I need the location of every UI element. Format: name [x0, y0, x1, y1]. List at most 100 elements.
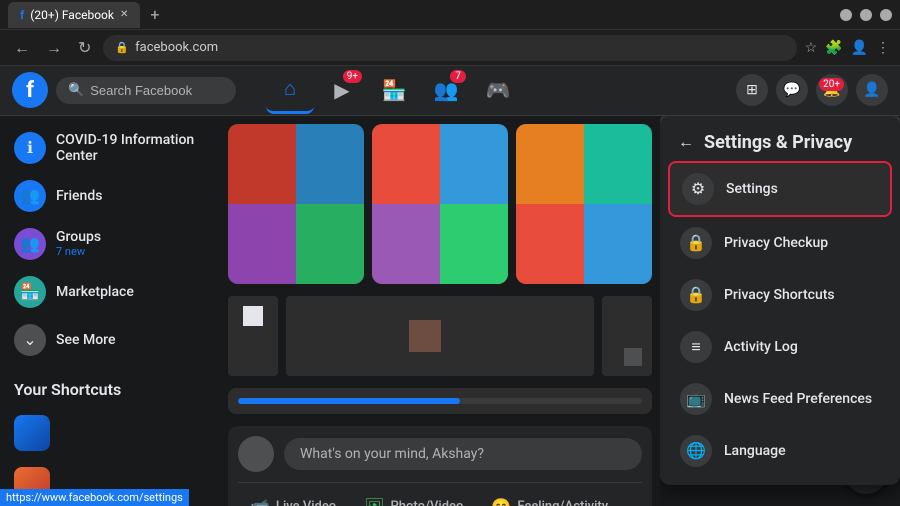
- extensions-icon[interactable]: 🧩: [825, 40, 842, 56]
- fb-favicon: f: [20, 8, 24, 22]
- dropdown-news-feed-item[interactable]: 📺 News Feed Preferences: [668, 373, 892, 425]
- gaming-icon: 🎮: [486, 78, 511, 102]
- dropdown-title: Settings & Privacy: [704, 132, 852, 153]
- nav-groups-btn[interactable]: 👥 7: [422, 66, 470, 114]
- friends-icon: 👥: [14, 180, 46, 212]
- forward-btn[interactable]: →: [42, 36, 66, 60]
- stories-row: [228, 124, 652, 284]
- search-input[interactable]: [90, 83, 224, 98]
- feeling-label: Feeling/Activity: [517, 499, 608, 506]
- feeling-btn[interactable]: 😊 Feeling/Activity: [479, 491, 620, 506]
- photo-video-label: Photo/Video: [391, 499, 464, 506]
- story-placeholder-1: [228, 124, 364, 284]
- maximize-btn[interactable]: [860, 9, 872, 21]
- window-controls: [840, 9, 892, 21]
- dropdown-header[interactable]: ← Settings & Privacy: [668, 124, 892, 161]
- story-card-3[interactable]: [516, 124, 652, 284]
- compose-input[interactable]: What's on your mind, Akshay?: [284, 438, 642, 470]
- messenger-btn[interactable]: 💬: [776, 74, 808, 106]
- dropdown-activity-log-item[interactable]: ≡ Activity Log: [668, 321, 892, 373]
- sidebar-item-marketplace[interactable]: 🏪 Marketplace: [4, 268, 216, 316]
- mini-block-3: [624, 348, 642, 366]
- sidebar-item-friends[interactable]: 👥 Friends: [4, 172, 216, 220]
- activity-log-icon: ≡: [680, 331, 712, 363]
- story-pixel: [228, 204, 296, 284]
- fb-logo: f: [12, 72, 48, 108]
- status-url: https://www.facebook.com/settings: [6, 491, 183, 504]
- compose-avatar: [238, 436, 274, 472]
- story-pixel: [296, 204, 364, 284]
- notifications-btn[interactable]: 🔔 20+: [816, 74, 848, 106]
- minimize-btn[interactable]: [840, 9, 852, 21]
- sidebar-shortcut-1[interactable]: [4, 407, 216, 459]
- compose-card: What's on your mind, Akshay? 📹 Live Vide…: [228, 426, 652, 506]
- live-video-btn[interactable]: 📹 Live Video: [238, 491, 348, 506]
- mini-post-3: [602, 296, 652, 376]
- marketplace-icon: 🏪: [382, 78, 407, 102]
- account-btn[interactable]: 👤: [856, 74, 888, 106]
- story-pixel: [516, 204, 584, 284]
- sidebar-see-more-label: See More: [56, 332, 115, 348]
- watch-badge: 9+: [343, 70, 362, 83]
- mini-post-2: [286, 296, 594, 376]
- nav-gaming-btn[interactable]: 🎮: [474, 66, 522, 114]
- shortcut-1-avatar: [14, 415, 50, 451]
- account-icon: 👤: [863, 82, 880, 98]
- shortcuts-heading: Your Shortcuts: [4, 372, 216, 407]
- story-pixel: [516, 124, 584, 204]
- photo-video-btn[interactable]: 🖼 Photo/Video: [352, 491, 475, 506]
- grid-icon: ⊞: [746, 82, 758, 98]
- feeling-icon: 😊: [491, 497, 511, 506]
- close-btn[interactable]: [880, 9, 892, 21]
- grid-btn[interactable]: ⊞: [736, 74, 768, 106]
- active-tab[interactable]: f (20+) Facebook ✕: [8, 2, 140, 28]
- home-icon: ⌂: [284, 76, 296, 101]
- lock-icon: 🔒: [115, 41, 129, 54]
- bookmark-icon[interactable]: ☆: [805, 40, 818, 56]
- activity-log-label: Activity Log: [724, 339, 798, 355]
- nav-marketplace-btn[interactable]: 🏪: [370, 66, 418, 114]
- sidebar-item-groups[interactable]: 👥 Groups 7 new: [4, 220, 216, 268]
- address-bar: ← → ↻ 🔒 facebook.com ☆ 🧩 👤 ⋮: [0, 30, 900, 66]
- status-bar: https://www.facebook.com/settings: [0, 489, 189, 506]
- dropdown-settings-item[interactable]: ⚙ Settings: [668, 161, 892, 217]
- story-pixel: [372, 204, 440, 284]
- search-box[interactable]: 🔍: [56, 77, 236, 104]
- notifications-badge: 20+: [819, 78, 844, 91]
- privacy-checkup-icon: 🔒: [680, 227, 712, 259]
- story-placeholder-2: [372, 124, 508, 284]
- dropdown-privacy-shortcuts-item[interactable]: 🔒 Privacy Shortcuts: [668, 269, 892, 321]
- top-nav: f 🔍 ⌂ ▶ 9+ 🏪 👥 7 🎮: [0, 66, 900, 116]
- nav-home-btn[interactable]: ⌂: [266, 66, 314, 114]
- reload-btn[interactable]: ↻: [74, 36, 95, 59]
- live-video-icon: 📹: [250, 497, 270, 506]
- groups-info: Groups 7 new: [56, 229, 101, 258]
- browser-toolbar: ☆ 🧩 👤 ⋮: [805, 40, 890, 56]
- tab-close-btn[interactable]: ✕: [120, 9, 128, 20]
- nav-watch-btn[interactable]: ▶ 9+: [318, 66, 366, 114]
- facebook-app: f 🔍 ⌂ ▶ 9+ 🏪 👥 7 🎮: [0, 66, 900, 506]
- dropdown-language-item[interactable]: 🌐 Language: [668, 425, 892, 477]
- left-sidebar: ℹ COVID-19 Information Center 👥 Friends …: [0, 116, 220, 506]
- new-tab-btn[interactable]: +: [150, 5, 159, 24]
- tab-bar: f (20+) Facebook ✕ +: [8, 2, 159, 28]
- story-pixel: [440, 204, 508, 284]
- dropdown-privacy-checkup-item[interactable]: 🔒 Privacy Checkup: [668, 217, 892, 269]
- see-more-icon: ⌄: [14, 324, 46, 356]
- url-text: facebook.com: [135, 40, 218, 55]
- news-feed-label: News Feed Preferences: [724, 391, 872, 407]
- url-bar[interactable]: 🔒 facebook.com: [103, 35, 796, 61]
- profile-icon[interactable]: 👤: [851, 40, 868, 56]
- back-btn[interactable]: ←: [10, 36, 34, 60]
- story-card-1[interactable]: [228, 124, 364, 284]
- sidebar-item-covid[interactable]: ℹ COVID-19 Information Center: [4, 124, 216, 172]
- story-pixel: [584, 124, 652, 204]
- marketplace-sidebar-icon: 🏪: [14, 276, 46, 308]
- sidebar-item-see-more[interactable]: ⌄ See More: [4, 316, 216, 364]
- menu-icon[interactable]: ⋮: [876, 40, 890, 56]
- story-card-2[interactable]: [372, 124, 508, 284]
- story-pixel: [228, 124, 296, 204]
- post-actions-divider: 📹 Live Video 🖼 Photo/Video 😊 Feeling/Act…: [238, 482, 642, 506]
- settings-icon: ⚙: [682, 173, 714, 205]
- settings-label: Settings: [726, 181, 778, 197]
